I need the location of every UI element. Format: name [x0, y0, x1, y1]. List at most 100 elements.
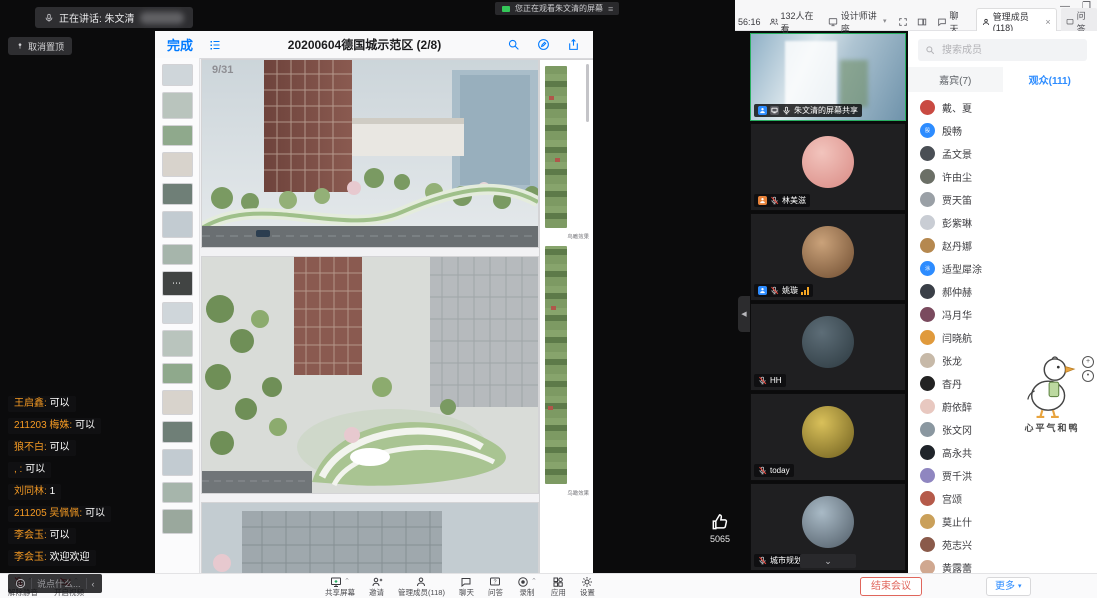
avatar — [802, 136, 854, 188]
page-thumbnail[interactable] — [163, 364, 192, 383]
member-name: 彭紫琳 — [942, 215, 972, 230]
page-thumbnail[interactable] — [163, 303, 192, 323]
avatar — [802, 316, 854, 368]
caret-up-icon[interactable]: ⌃ — [344, 578, 350, 585]
layout-icon[interactable] — [917, 17, 927, 27]
member-row[interactable]: 莫止什 — [908, 510, 1097, 533]
close-icon[interactable]: × — [1045, 17, 1050, 27]
chat-message: , : 可以 — [8, 462, 51, 478]
video-tile-column: 朱文清的屏幕共享林美滋姚璇 HH today城市规划师⌄ — [750, 33, 906, 575]
toolbar-screen-share[interactable]: ⌃共享屏幕 — [325, 575, 355, 597]
participant-tabs: 嘉宾(7) 观众(111) — [908, 67, 1097, 92]
member-row[interactable]: 孟文景 — [908, 142, 1097, 165]
video-tile[interactable]: 城市规划师⌄ — [750, 483, 906, 571]
page-thumbnail[interactable] — [163, 93, 192, 118]
session-selector[interactable]: 设计师讲座 ▾ — [828, 9, 887, 35]
like-count: 5065 — [701, 534, 739, 544]
chat-input[interactable]: 说点什么... ‹ — [8, 574, 102, 593]
page-thumbnail[interactable] — [163, 153, 192, 176]
preview-document — [785, 41, 837, 113]
toolbar-record[interactable]: ⌃ 录制 — [517, 575, 537, 597]
page-thumbnail[interactable] — [163, 391, 192, 414]
search-icon[interactable] — [507, 38, 520, 51]
page-thumbnail[interactable] — [163, 422, 192, 442]
screen-share-active-icon — [502, 6, 510, 12]
done-button[interactable]: 完成 — [167, 35, 193, 54]
member-row[interactable]: 闫晓航 — [908, 326, 1097, 349]
member-row[interactable]: 苑志兴 — [908, 533, 1097, 556]
mic-on-icon — [782, 106, 791, 115]
like-counter[interactable]: 5065 — [701, 512, 739, 544]
member-avatar — [920, 146, 935, 161]
end-meeting-button[interactable]: 结束会议 — [860, 577, 922, 596]
member-row[interactable]: 贾千洪 — [908, 464, 1097, 487]
video-tile[interactable]: HH — [750, 303, 906, 391]
toolbar-label: 录制 — [519, 589, 534, 597]
video-tile[interactable]: 姚璇 — [750, 213, 906, 301]
page-thumbnail[interactable]: ⋯ — [163, 272, 192, 295]
fullscreen-icon[interactable] — [898, 17, 908, 27]
member-row[interactable]: 彭紫琳 — [908, 211, 1097, 234]
member-row[interactable]: 郝仲赫 — [908, 280, 1097, 303]
toolbar-person-add[interactable]: 邀请 — [369, 575, 384, 597]
member-row[interactable]: 戴、夏 — [908, 96, 1097, 119]
member-row[interactable]: 黄露蕾 — [908, 556, 1097, 573]
page-thumbnail[interactable] — [163, 450, 192, 475]
more-button[interactable]: 更多 ▾ — [986, 577, 1031, 596]
more-tiles-chevron[interactable]: ⌄ — [800, 554, 856, 568]
caret-up-icon[interactable]: ⌃ — [531, 578, 537, 585]
page-thumbnail[interactable] — [163, 510, 192, 533]
toolbar-qa[interactable]: ?问答 — [488, 575, 503, 597]
chat-sender: 王启鑫: — [14, 398, 50, 409]
document-scrollbar[interactable] — [586, 64, 589, 122]
tab-guests[interactable]: 嘉宾(7) — [908, 67, 1003, 92]
tile-name-tag: HH — [754, 374, 786, 387]
page-thumbnail[interactable] — [163, 126, 192, 145]
page-thumbnail[interactable] — [163, 65, 192, 85]
panel-collapse-handle[interactable]: ◀ — [738, 296, 750, 332]
member-row[interactable]: 殷殷畅 — [908, 119, 1097, 142]
member-row[interactable]: 宫颂 — [908, 487, 1097, 510]
member-avatar — [920, 399, 935, 414]
search-input[interactable] — [940, 44, 1064, 57]
member-row[interactable]: 冯月华 — [908, 303, 1097, 326]
page-thumbnail[interactable] — [163, 331, 192, 356]
member-name: 戴、夏 — [942, 100, 972, 115]
video-tile[interactable]: today — [750, 393, 906, 481]
markup-icon[interactable] — [537, 38, 550, 51]
tab-audience[interactable]: 观众(111) — [1003, 67, 1097, 92]
toolbar-grid[interactable]: 应用 — [551, 575, 566, 597]
member-row[interactable]: 涂适型犀涂 — [908, 257, 1097, 280]
member-name: 适型犀涂 — [942, 261, 982, 276]
video-tile[interactable]: 林美滋 — [750, 123, 906, 211]
page-thumbnail[interactable] — [163, 245, 192, 264]
page-thumbnail[interactable] — [163, 184, 192, 204]
video-tile[interactable]: 朱文清的屏幕共享 — [750, 33, 906, 121]
page-thumbnail[interactable] — [163, 483, 192, 502]
member-name: 蔚依醉 — [942, 399, 972, 414]
member-name: 黄露蕾 — [942, 560, 972, 573]
tile-name: 姚璇 — [782, 285, 798, 296]
chat-overlay: 王启鑫: 可以211203 梅姝: 可以狼不白: 可以, : 可以刘同林: 12… — [8, 396, 158, 593]
rendering-page-1 — [202, 60, 538, 247]
member-row[interactable]: 赵丹娜 — [908, 234, 1097, 257]
share-icon[interactable] — [567, 38, 580, 51]
member-row[interactable]: 贾天笛 — [908, 188, 1097, 211]
toolbar-chat[interactable]: 聊天 — [459, 575, 474, 597]
toolbar-person[interactable]: 管理成员(118) — [398, 575, 445, 597]
member-row[interactable]: 许由尘 — [908, 165, 1097, 188]
watching-banner[interactable]: 您正在观看朱文清的屏幕 ≡ — [495, 2, 619, 15]
banner-menu-icon[interactable]: ≡ — [608, 4, 612, 14]
member-row[interactable]: 高永共 — [908, 441, 1097, 464]
tile-name: HH — [770, 376, 782, 385]
sticker-plus-icon: + — [1082, 356, 1094, 368]
unpin-button[interactable]: 取消置顶 — [8, 37, 72, 55]
thumbnail-list-icon[interactable] — [208, 39, 222, 51]
page-thumbnail[interactable] — [163, 212, 192, 237]
screen-share-icon — [770, 106, 779, 115]
emoji-icon[interactable] — [15, 578, 26, 589]
chat-message: 李会玉: 可以 — [8, 528, 76, 544]
member-search-box[interactable] — [918, 39, 1087, 61]
toolbar-gear[interactable]: 设置 — [580, 575, 595, 597]
collapse-chat-icon[interactable]: ‹ — [92, 579, 95, 589]
